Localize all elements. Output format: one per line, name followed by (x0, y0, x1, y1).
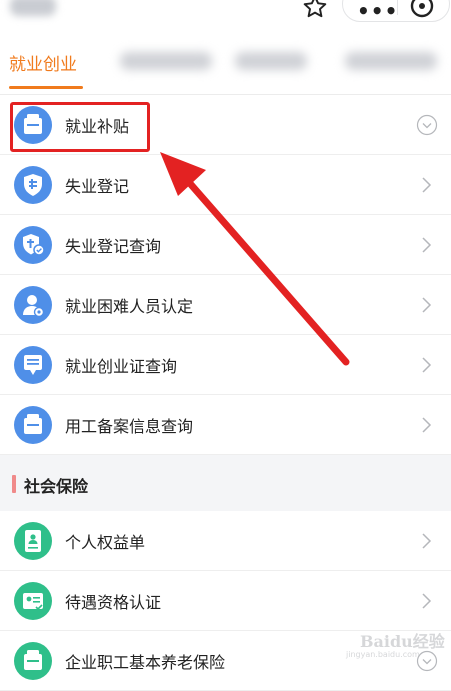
list-item[interactable]: 失业登记查询 (0, 215, 451, 275)
chevron-right-icon (422, 593, 432, 609)
watermark-text: Baidu经验 (360, 632, 445, 651)
person-icon (14, 286, 52, 324)
id-card-icon (14, 582, 52, 620)
list-item[interactable]: 就业创业证查询 (0, 335, 451, 395)
tab-blurred-2[interactable] (235, 52, 307, 70)
certificate-icon (14, 346, 52, 384)
list-item-label: 失业登记 (65, 177, 130, 196)
capsule-divider (397, 0, 398, 15)
category-tabs: 就业创业 (0, 30, 451, 95)
document-icon (14, 522, 52, 560)
chevron-right-icon (422, 297, 432, 313)
star-icon[interactable] (302, 0, 328, 20)
shield-search-icon (14, 226, 52, 264)
section-title: 社会保险 (24, 477, 89, 496)
more-icon[interactable]: ••• (357, 0, 398, 23)
shield-icon (14, 166, 52, 204)
list-item[interactable]: 待遇资格认证 (0, 571, 451, 631)
briefcase-icon (14, 642, 52, 680)
list-item[interactable]: 个人权益单 (0, 511, 451, 571)
list-item-label: 企业职工基本养老保险 (65, 653, 226, 672)
chevron-circle-down-icon (416, 114, 438, 136)
chevron-right-icon (422, 237, 432, 253)
list-item-label: 失业登记查询 (65, 237, 162, 256)
section-marker (12, 475, 16, 493)
list-item[interactable]: 就业困难人员认定 (0, 275, 451, 335)
blurred-title (10, 0, 56, 16)
tab-active-indicator (9, 86, 83, 89)
chevron-right-icon (422, 177, 432, 193)
list-item[interactable]: 失业登记 (0, 155, 451, 215)
section-header-social-insurance: 社会保险 (0, 455, 451, 511)
watermark: Baidu经验 jingyan.baidu.com (338, 624, 448, 664)
chevron-right-icon (422, 533, 432, 549)
list-item-label: 就业困难人员认定 (65, 297, 194, 316)
mini-program-capsule: ••• (342, 0, 450, 23)
list-item-label: 个人权益单 (65, 533, 146, 552)
annotation-highlight-box (10, 102, 150, 152)
tab-blurred-3[interactable] (345, 52, 437, 70)
briefcase-icon (14, 406, 52, 444)
tab-blurred-1[interactable] (120, 52, 212, 70)
list-item-label: 就业创业证查询 (65, 357, 178, 376)
close-icon[interactable] (409, 0, 435, 19)
list-item-label: 待遇资格认证 (65, 593, 162, 612)
service-list: 就业补贴 失业登记 失业登记查询 就业困难人员认定 就业创业证查询 用工备案信息… (0, 95, 451, 691)
list-item-label: 用工备案信息查询 (65, 417, 194, 436)
chevron-right-icon (422, 417, 432, 433)
tab-employment[interactable]: 就业创业 (9, 50, 77, 75)
watermark-subtext: jingyan.baidu.com (346, 650, 420, 659)
list-item[interactable]: 用工备案信息查询 (0, 395, 451, 455)
top-bar: ••• (0, 0, 451, 30)
chevron-right-icon (422, 357, 432, 373)
